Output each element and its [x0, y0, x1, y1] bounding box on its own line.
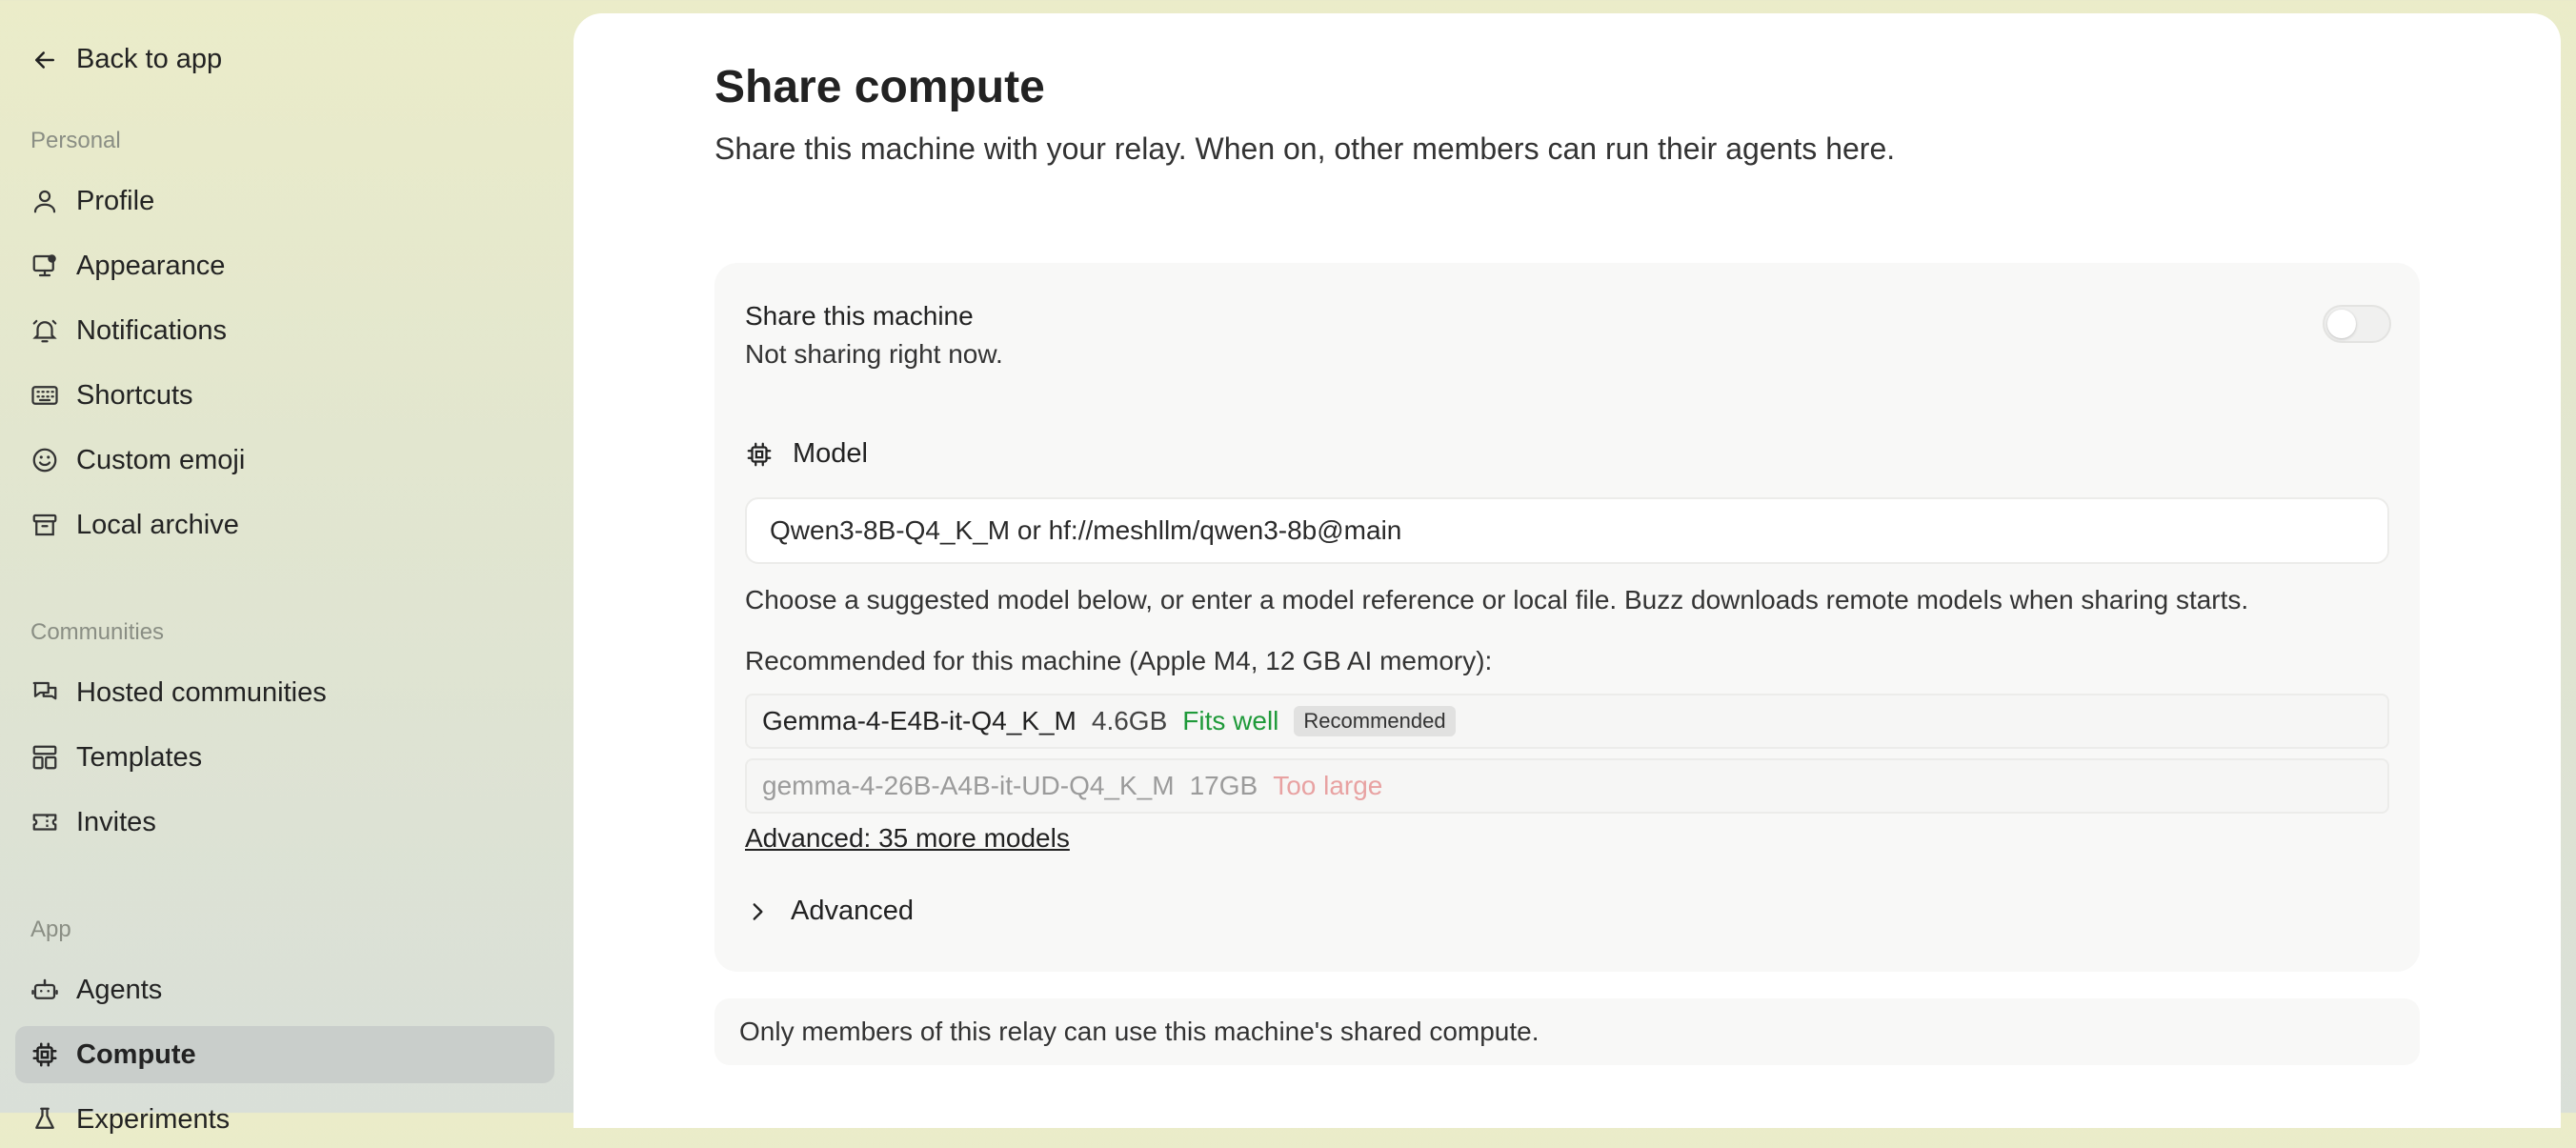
monitor-icon	[32, 254, 56, 277]
page-subtitle: Share this machine with your relay. When…	[714, 131, 1896, 166]
model-option-size: 17GB	[1189, 771, 1258, 800]
model-option-fit: Fits well	[1182, 706, 1279, 735]
model-option-name: Gemma-4-E4B-it-Q4_K_M	[762, 706, 1077, 735]
sidebar-item-templates[interactable]: Templates	[15, 729, 554, 786]
model-option-gemma-e4b[interactable]: Gemma-4-E4B-it-Q4_K_M 4.6GB Fits well Re…	[745, 694, 2389, 749]
advanced-disclosure[interactable]: Advanced	[745, 896, 914, 927]
section-label-personal: Personal	[30, 128, 121, 153]
share-machine-title: Share this machine	[745, 301, 974, 331]
back-to-app-label: Back to app	[76, 44, 223, 74]
sidebar-item-invites[interactable]: Invites	[15, 794, 554, 851]
section-label-app: App	[30, 916, 71, 942]
sidebar-item-label: Local archive	[76, 509, 239, 540]
back-to-app-link[interactable]: Back to app	[30, 44, 222, 75]
model-heading-label: Model	[793, 438, 868, 469]
sidebar-item-hosted-communities[interactable]: Hosted communities	[15, 664, 554, 721]
robot-icon	[31, 978, 58, 999]
main-panel: Share compute Share this machine with yo…	[574, 13, 2561, 1128]
recommended-heading: Recommended for this machine (Apple M4, …	[745, 646, 1493, 675]
sidebar-item-notifications[interactable]: Notifications	[15, 302, 554, 359]
sidebar-item-label: Hosted communities	[76, 676, 327, 708]
share-settings-card: Share this machine Not sharing right now…	[714, 263, 2420, 972]
model-reference-input[interactable]	[745, 497, 2389, 564]
cpu-chip-icon	[32, 1042, 57, 1067]
sidebar-item-label: Compute	[76, 1038, 196, 1070]
ticket-icon	[32, 814, 57, 831]
smiley-icon	[32, 448, 57, 473]
flask-icon	[35, 1107, 54, 1129]
archive-icon	[32, 514, 57, 536]
user-icon	[33, 190, 56, 213]
access-note: Only members of this relay can use this …	[714, 998, 2420, 1065]
arrow-left-icon	[35, 50, 54, 69]
share-machine-toggle[interactable]	[2323, 305, 2391, 343]
model-option-gemma-26b[interactable]: gemma-4-26B-A4B-it-UD-Q4_K_M 17GB Too la…	[745, 758, 2389, 814]
chevron-right-icon	[753, 902, 763, 920]
model-heading: Model	[745, 438, 868, 470]
sidebar-item-profile[interactable]: Profile	[15, 172, 554, 230]
sidebar-item-label: Notifications	[76, 314, 227, 346]
sidebar-item-label: Invites	[76, 806, 156, 837]
more-models-link[interactable]: Advanced: 35 more models	[745, 823, 1070, 854]
share-status-text: Not sharing right now.	[745, 339, 1003, 369]
model-option-fit: Too large	[1273, 771, 1383, 800]
sidebar-item-compute[interactable]: Compute	[15, 1026, 554, 1083]
sidebar-item-label: Experiments	[76, 1103, 231, 1135]
cpu-chip-icon	[747, 442, 772, 466]
sidebar-item-label: Shortcuts	[76, 379, 193, 411]
section-label-communities: Communities	[30, 619, 165, 645]
model-option-size: 4.6GB	[1091, 706, 1168, 735]
sidebar-item-label: Appearance	[76, 250, 226, 281]
sidebar-item-appearance[interactable]: Appearance	[15, 237, 554, 294]
chat-bubbles-icon	[32, 681, 57, 700]
sidebar-item-label: Agents	[76, 974, 163, 1005]
sidebar-item-shortcuts[interactable]: Shortcuts	[15, 367, 554, 424]
sidebar-item-custom-emoji[interactable]: Custom emoji	[15, 432, 554, 489]
sidebar-item-label: Profile	[76, 185, 155, 216]
sidebar-item-label: Custom emoji	[76, 444, 246, 475]
model-help-text: Choose a suggested model below, or enter…	[745, 585, 2249, 614]
model-option-name: gemma-4-26B-A4B-it-UD-Q4_K_M	[762, 771, 1175, 800]
settings-sidebar: Back to app Personal Profile Appearance …	[0, 0, 572, 1135]
page-title: Share compute	[714, 62, 1045, 112]
sidebar-item-experiments[interactable]: Experiments	[15, 1091, 554, 1148]
recommended-badge: Recommended	[1294, 706, 1456, 736]
sidebar-item-agents[interactable]: Agents	[15, 961, 554, 1018]
advanced-label: Advanced	[791, 896, 914, 926]
keyboard-icon	[31, 386, 58, 405]
layout-icon	[32, 745, 57, 770]
sidebar-item-label: Templates	[76, 741, 203, 773]
sidebar-item-local-archive[interactable]: Local archive	[15, 496, 554, 554]
toggle-knob	[2327, 310, 2356, 338]
bell-icon	[32, 319, 57, 343]
